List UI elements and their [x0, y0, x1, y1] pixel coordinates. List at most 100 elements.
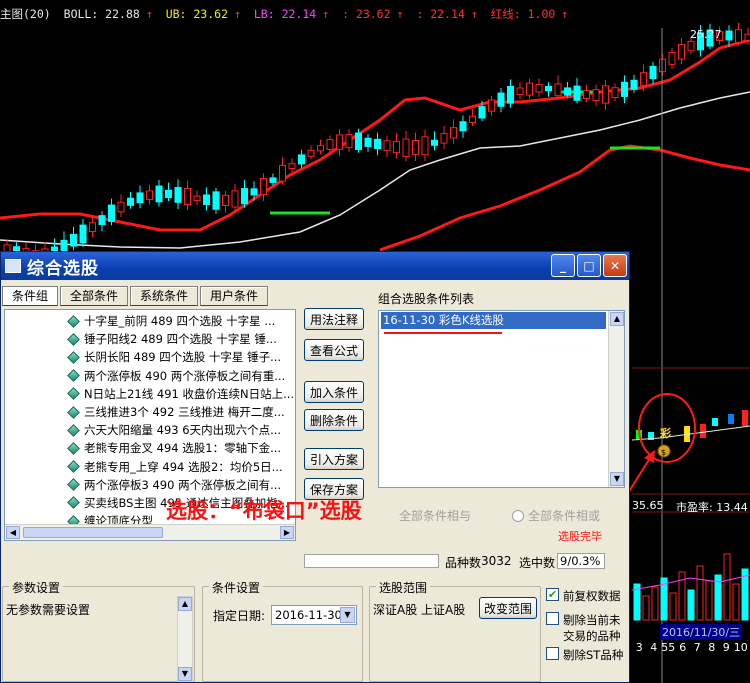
- candle: [450, 127, 457, 139]
- maximize-button[interactable]: □: [577, 254, 601, 277]
- candle: [374, 138, 381, 150]
- underline-mark: [384, 332, 502, 334]
- selected-value: 9/0.3%: [557, 553, 605, 569]
- checkbox-untraded-label: 剔除当前未交易的品种: [563, 613, 621, 643]
- tab-all-conditions[interactable]: 全部条件: [60, 286, 129, 306]
- candle: [70, 233, 77, 247]
- scroll-right-icon[interactable]: ▶: [280, 526, 294, 539]
- candle: [60, 239, 68, 252]
- tree-item-label: 两个涨停板3 490 两个涨停板之间有...: [84, 477, 282, 492]
- add-condition-button[interactable]: 加入条件: [304, 381, 364, 403]
- scroll-down-icon[interactable]: ▼: [610, 472, 624, 486]
- candle: [687, 40, 695, 52]
- date-select[interactable]: 2016-11-30 ▼: [271, 605, 357, 625]
- param-scroll-up-icon[interactable]: ▲: [178, 597, 192, 611]
- formula-icon: [67, 478, 80, 492]
- candle: [222, 194, 229, 206]
- candle: [678, 44, 685, 60]
- import-plan-button[interactable]: 引入方案: [304, 448, 364, 470]
- radio-or-label: 全部条件相或: [528, 509, 601, 523]
- candle: [459, 121, 467, 132]
- bottom-number: 55: [661, 641, 676, 654]
- candle: [440, 133, 448, 144]
- dialog-titlebar[interactable]: 综合选股 _ □ ✕: [1, 252, 629, 280]
- checkbox-untraded[interactable]: 剔除当前未交易的品种: [546, 612, 628, 644]
- candle: [98, 215, 106, 226]
- param-group-legend: 参数设置: [9, 579, 64, 596]
- param-group: 参数设置 无参数需要设置: [2, 579, 195, 682]
- volume-avg-line: [631, 574, 750, 591]
- bottom-number: 4: [650, 641, 658, 654]
- candle: [402, 138, 410, 158]
- tab-system-conditions[interactable]: 系统条件: [130, 286, 199, 306]
- tree-item-label: 老熊专用金叉 494 选股1：零轴下金...: [84, 441, 282, 456]
- tab-condition-group[interactable]: 条件组: [2, 286, 59, 306]
- tree-item-label: 十字星_前阴 489 四个选股 十字星 ...: [84, 314, 276, 329]
- scope-text: 深证A股 上证A股: [373, 603, 466, 617]
- candle: [279, 164, 286, 182]
- change-scope-button[interactable]: 改变范围: [479, 597, 537, 619]
- checkbox-st-box[interactable]: [546, 647, 559, 660]
- candle: [193, 195, 201, 201]
- radio-or-dot[interactable]: [512, 509, 524, 522]
- tree-horizontal-scrollbar[interactable]: ◀ ▶: [5, 524, 295, 540]
- candle: [507, 85, 514, 104]
- lb-value: LB: 22.14: [253, 7, 317, 21]
- tree-item[interactable]: 老熊专用_上穿 494 选股2：均价5日...: [5, 458, 295, 476]
- condition-list-item[interactable]: 16-11-30 彩色K线选股: [381, 312, 606, 329]
- tree-item[interactable]: 两个涨停板 490 两个涨停板之间有重...: [5, 367, 295, 385]
- scroll-thumb[interactable]: [23, 527, 163, 538]
- checkbox-fq-data[interactable]: ✔ 前复权数据: [546, 588, 621, 604]
- tab-user-conditions[interactable]: 用户条件: [200, 286, 269, 306]
- bottom-number-row: 3 4 55 6 7 8 9 10: [632, 641, 748, 654]
- candle: [326, 139, 334, 150]
- candle: [174, 187, 182, 203]
- tree-item[interactable]: 长阴长阳 489 四个选股 十字星 锤子...: [5, 348, 295, 366]
- count-label: 品种数: [445, 556, 482, 570]
- checkbox-fq-box[interactable]: ✔: [546, 588, 559, 601]
- scroll-left-icon[interactable]: ◀: [6, 526, 20, 539]
- tree-item[interactable]: 三线推进3个 492 三线推进 梅开二度...: [5, 403, 295, 421]
- chart-title: 主图(20): [0, 7, 51, 21]
- candle: [288, 163, 296, 170]
- radio-and[interactable]: 全部条件相与: [399, 507, 471, 524]
- condition-settings-legend: 条件设置: [209, 579, 264, 596]
- candle: [649, 65, 657, 80]
- condition-list-scrollbar[interactable]: ▲ ▼: [608, 311, 624, 487]
- tree-item-label: 老熊专用_上穿 494 选股2：均价5日...: [84, 459, 283, 474]
- candle: [393, 141, 400, 154]
- scroll-up-icon[interactable]: ▲: [610, 312, 624, 326]
- tree-item[interactable]: 两个涨停板3 490 两个涨停板之间有...: [5, 476, 295, 494]
- param-scrollbar[interactable]: ▲ ▼: [177, 596, 193, 682]
- mini-candle: [742, 410, 748, 426]
- minimize-button[interactable]: _: [551, 254, 575, 277]
- bottom-number: 10: [733, 641, 748, 654]
- tree-item[interactable]: 锤子阳线2 489 四个选股 十字星 锤...: [5, 330, 295, 348]
- candle: [431, 139, 438, 146]
- view-formula-button[interactable]: 查看公式: [304, 339, 364, 361]
- close-button[interactable]: ✕: [603, 254, 627, 277]
- dropdown-arrow-icon[interactable]: ▼: [340, 607, 355, 623]
- volume-bar: [732, 583, 740, 621]
- candle: [535, 84, 543, 93]
- chart-header: 主图(20) BOLL: 22.88 ↑ UB: 23.62 ↑ LB: 22.14…: [0, 7, 569, 21]
- checkbox-st[interactable]: 剔除ST品种: [546, 647, 623, 663]
- param-scroll-down-icon[interactable]: ▼: [178, 667, 192, 681]
- checkbox-untraded-box[interactable]: [546, 612, 559, 625]
- tree-item[interactable]: 十字星_前阴 489 四个选股 十字星 ...: [5, 312, 295, 330]
- tree-item[interactable]: 六天大阳缩量 493 6天内出现六个点...: [5, 421, 295, 439]
- volume-bar: [642, 595, 650, 621]
- radio-or[interactable]: 全部条件相或: [512, 507, 600, 524]
- tree-item[interactable]: N日站上21线 491 收盘价连续N日站上...: [5, 385, 295, 403]
- condition-list[interactable]: 16-11-30 彩色K线选股 ▲ ▼: [378, 310, 625, 488]
- price-high-label: 25.27: [690, 28, 722, 41]
- candle: [469, 115, 476, 123]
- delete-condition-button[interactable]: 删除条件: [304, 409, 364, 431]
- tree-item[interactable]: 老熊专用金叉 494 选股1：零轴下金...: [5, 439, 295, 457]
- tree-item-label: 长阴长阳 489 四个选股 十字星 锤子...: [84, 350, 282, 365]
- app-icon: [5, 259, 21, 273]
- candle: [516, 87, 524, 96]
- bottom-number: 7: [693, 641, 701, 654]
- candle: [355, 132, 362, 150]
- usage-notes-button[interactable]: 用法注释: [304, 308, 364, 330]
